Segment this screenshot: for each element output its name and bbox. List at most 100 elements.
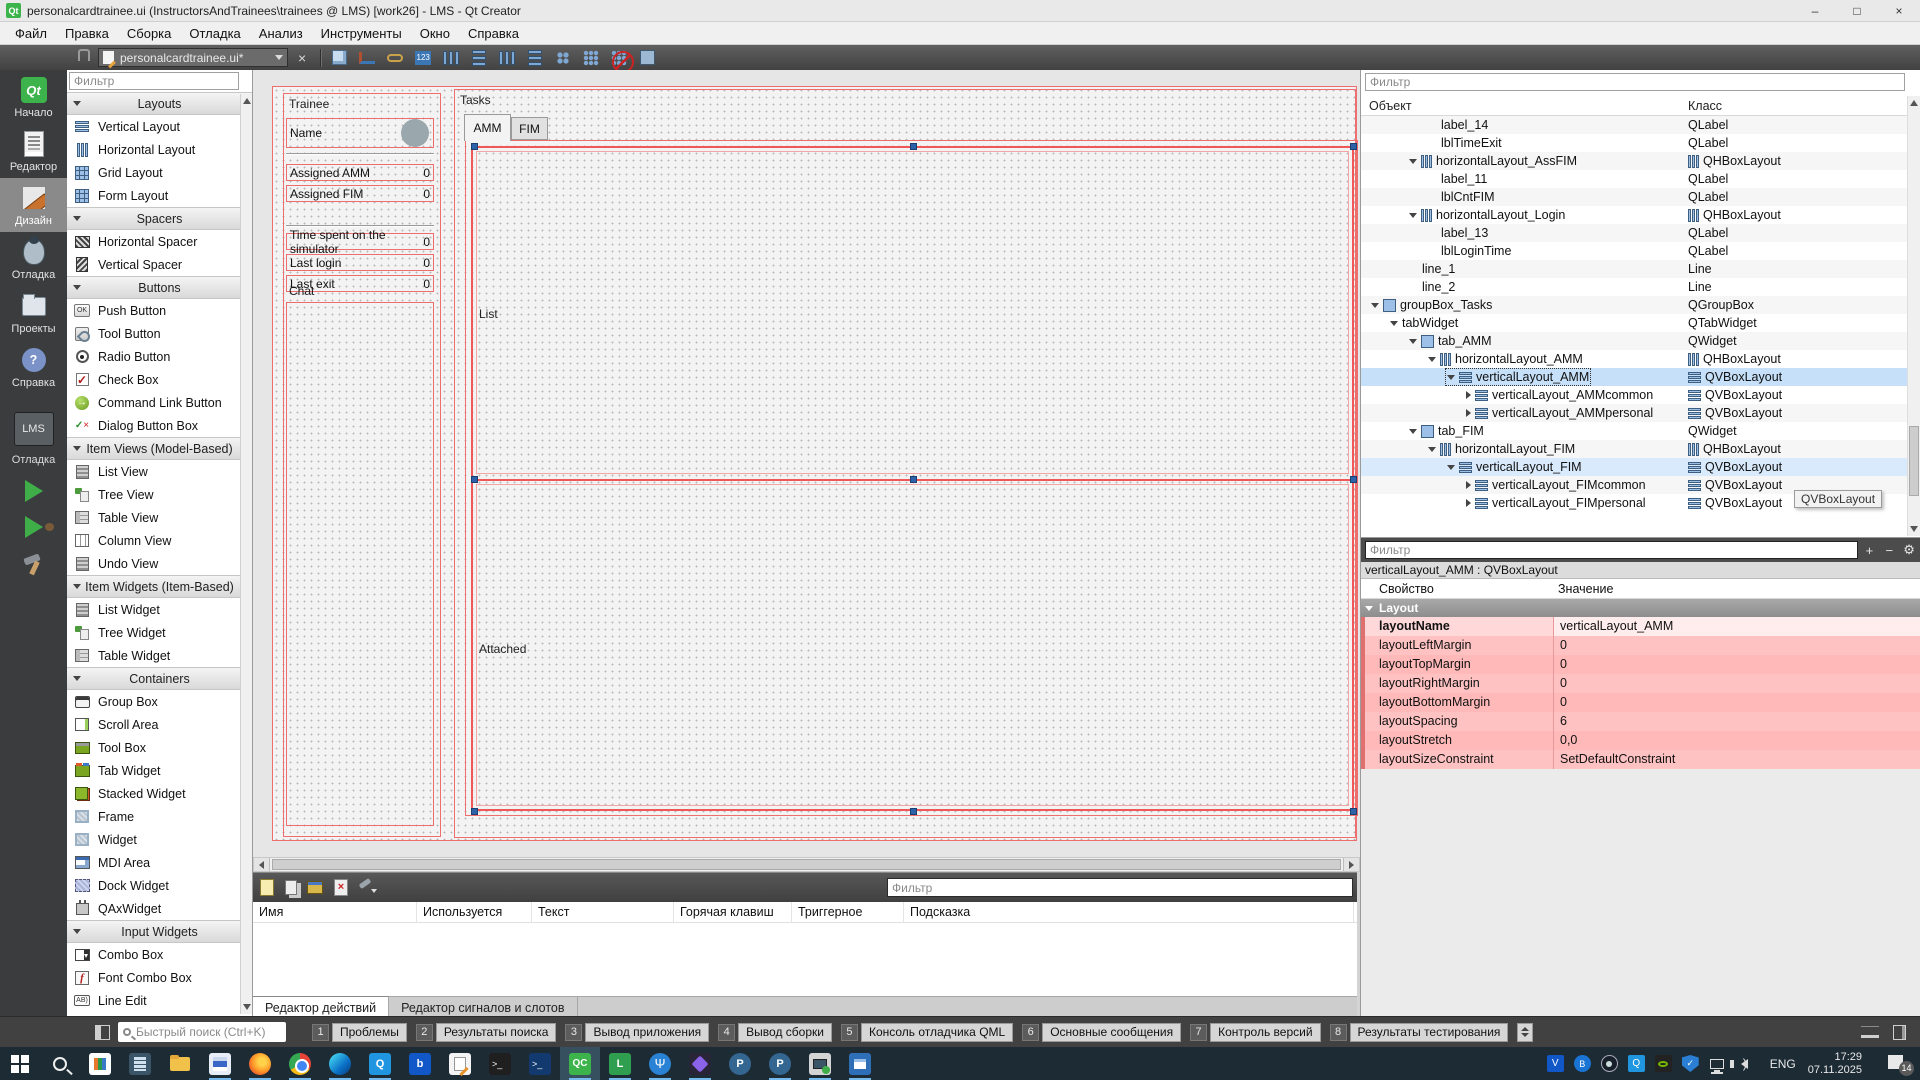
inspector-row-lblLoginTime[interactable]: lblLoginTimeQLabel bbox=[1361, 242, 1907, 260]
property-value[interactable]: SetDefaultConstraint bbox=[1554, 750, 1920, 769]
lms-app-icon[interactable]: L bbox=[600, 1047, 640, 1080]
edit-tab-order-icon[interactable]: 123 bbox=[411, 47, 435, 69]
close-document-icon[interactable]: × bbox=[298, 50, 306, 66]
obsidian-icon[interactable] bbox=[680, 1047, 720, 1080]
firefox-icon[interactable] bbox=[240, 1047, 280, 1080]
delete-action-icon[interactable]: × bbox=[334, 879, 348, 896]
output-pane-5[interactable]: 5Консоль отладчика QML bbox=[841, 1023, 1013, 1042]
layout-grid-icon[interactable] bbox=[579, 47, 603, 69]
output-pane-7[interactable]: 7Контроль версий bbox=[1190, 1023, 1320, 1042]
action-table-body[interactable] bbox=[253, 923, 1357, 996]
selection-handle[interactable] bbox=[910, 476, 917, 483]
widget-item-vertical-spacer[interactable]: Vertical Spacer bbox=[67, 253, 252, 276]
edit-signals-slots-icon[interactable] bbox=[355, 47, 379, 69]
output-pane-3[interactable]: 3Вывод приложения bbox=[565, 1023, 709, 1042]
edit-widgets-icon[interactable] bbox=[327, 47, 351, 69]
qt-creator-icon[interactable]: QC bbox=[560, 1047, 600, 1080]
file-explorer-icon[interactable] bbox=[160, 1047, 200, 1080]
output-pane-6[interactable]: 6Основные сообщения bbox=[1022, 1023, 1181, 1042]
adjust-size-icon[interactable] bbox=[635, 47, 659, 69]
tab-редактор-сигналов-и-слотов[interactable]: Редактор сигналов и слотов bbox=[389, 997, 577, 1017]
inspector-row-groupBox_Tasks[interactable]: groupBox_TasksQGroupBox bbox=[1361, 296, 1907, 314]
property-filter-input[interactable]: Фильтр bbox=[1365, 541, 1858, 559]
selection-handle[interactable] bbox=[471, 808, 478, 815]
property-value[interactable]: 0,0 bbox=[1554, 731, 1920, 750]
widget-item-tool-button[interactable]: Tool Button bbox=[67, 322, 252, 345]
widget-item-stacked-widget[interactable]: Stacked Widget bbox=[67, 782, 252, 805]
vertical-layout-amm-personal[interactable] bbox=[476, 484, 1349, 806]
inspector-row-label_14[interactable]: label_14QLabel bbox=[1361, 116, 1907, 134]
inspector-row-label_11[interactable]: label_11QLabel bbox=[1361, 170, 1907, 188]
widget-item-tree-view[interactable]: Tree View bbox=[67, 483, 252, 506]
chevron-right-icon[interactable] bbox=[1466, 499, 1471, 507]
inspector-row-verticalLayout_AMMpersonal[interactable]: verticalLayout_AMMpersonalQVBoxLayout bbox=[1361, 404, 1907, 422]
clock[interactable]: 17:29 07.11.2025 bbox=[1808, 1051, 1862, 1077]
layout-vertical-splitter-icon[interactable] bbox=[523, 47, 547, 69]
selection-handle[interactable] bbox=[1350, 143, 1357, 150]
widget-item-form-layout[interactable]: Form Layout bbox=[67, 184, 252, 207]
tray-q-app-icon[interactable]: Q bbox=[1623, 1047, 1650, 1080]
inspector-row-horizontalLayout_Login[interactable]: horizontalLayout_LoginQHBoxLayout bbox=[1361, 206, 1907, 224]
scroll-down-icon[interactable] bbox=[243, 1004, 251, 1010]
property-row-layoutName[interactable]: layoutNameverticalLayout_AMM bbox=[1361, 617, 1920, 636]
selection-handle[interactable] bbox=[910, 143, 917, 150]
search-button[interactable] bbox=[40, 1047, 80, 1080]
chrome-icon[interactable] bbox=[280, 1047, 320, 1080]
configure-actions-icon[interactable] bbox=[357, 878, 377, 898]
mail-app-icon[interactable]: b bbox=[400, 1047, 440, 1080]
stat-row-assigned-amm[interactable]: Assigned AMM0 bbox=[286, 164, 434, 181]
property-row-layoutLeftMargin[interactable]: layoutLeftMargin0 bbox=[1361, 636, 1920, 655]
postgresql-icon-2[interactable]: P bbox=[760, 1047, 800, 1080]
paste-action-icon[interactable] bbox=[307, 881, 323, 894]
widget-item-mdi-area[interactable]: MDI Area bbox=[67, 851, 252, 874]
cmd-icon[interactable]: >_ bbox=[480, 1047, 520, 1080]
action-column-5[interactable]: Триггерное bbox=[792, 902, 904, 922]
widget-item-table-widget[interactable]: Table Widget bbox=[67, 644, 252, 667]
debug-run-button[interactable] bbox=[25, 516, 43, 538]
run-button[interactable] bbox=[25, 480, 43, 502]
property-row-layoutStretch[interactable]: layoutStretch0,0 bbox=[1361, 731, 1920, 750]
widget-item-command-link-button[interactable]: →Command Link Button bbox=[67, 391, 252, 414]
chevron-down-icon[interactable] bbox=[1409, 429, 1417, 434]
remote-desktop-icon[interactable] bbox=[800, 1047, 840, 1080]
scroll-left-button[interactable] bbox=[254, 858, 270, 871]
layout-horizontal-icon[interactable] bbox=[439, 47, 463, 69]
action-column-6[interactable]: Подсказка bbox=[904, 902, 1354, 922]
action-column-3[interactable]: Текст bbox=[532, 902, 674, 922]
notification-center-button[interactable]: 14 bbox=[1888, 1055, 1910, 1073]
widget-section-buttons[interactable]: Buttons bbox=[67, 276, 252, 299]
toggle-left-sidebar-icon[interactable] bbox=[95, 1025, 110, 1040]
action-filter-input[interactable]: Фильтр bbox=[887, 878, 1353, 897]
tab-amm[interactable]: AMM bbox=[464, 114, 511, 141]
stat-row-last-login[interactable]: Last login0 bbox=[286, 254, 434, 271]
office-app-icon[interactable] bbox=[80, 1047, 120, 1080]
menu-item-сборка[interactable]: Сборка bbox=[118, 23, 181, 44]
menu-item-файл[interactable]: Файл bbox=[6, 23, 56, 44]
menu-item-отладка[interactable]: Отладка bbox=[180, 23, 249, 44]
widget-item-grid-layout[interactable]: Grid Layout bbox=[67, 161, 252, 184]
widget-section-spacers[interactable]: Spacers bbox=[67, 207, 252, 230]
property-value[interactable]: 0 bbox=[1554, 693, 1920, 712]
security-shield-icon[interactable]: ✓ bbox=[1677, 1047, 1704, 1080]
fork-app-icon[interactable]: Ψ bbox=[640, 1047, 680, 1080]
scroll-down-icon[interactable] bbox=[1910, 526, 1918, 532]
scroll-up-icon[interactable] bbox=[243, 98, 251, 104]
widget-item-column-view[interactable]: Column View bbox=[67, 529, 252, 552]
widget-item-widget[interactable]: Widget bbox=[67, 828, 252, 851]
list-label[interactable]: List bbox=[479, 307, 498, 321]
powershell-icon[interactable]: >_ bbox=[520, 1047, 560, 1080]
stat-row-time-spent-on-the-simulator[interactable]: Time spent on the simulator0 bbox=[286, 233, 434, 250]
chat-list-widget[interactable] bbox=[286, 302, 434, 826]
action-column-1[interactable]: Имя bbox=[253, 902, 417, 922]
widget-item-vertical-layout[interactable]: Vertical Layout bbox=[67, 115, 252, 138]
start-button[interactable] bbox=[0, 1047, 40, 1080]
inspector-row-tabWidget[interactable]: tabWidgetQTabWidget bbox=[1361, 314, 1907, 332]
inspector-row-horizontalLayout_AMM[interactable]: horizontalLayout_AMMQHBoxLayout bbox=[1361, 350, 1907, 368]
inspector-row-tab_AMM[interactable]: tab_AMMQWidget bbox=[1361, 332, 1907, 350]
widget-section-item-views-model-based-[interactable]: Item Views (Model-Based) bbox=[67, 437, 252, 460]
inspector-row-verticalLayout_AMMcommon[interactable]: verticalLayout_AMMcommonQVBoxLayout bbox=[1361, 386, 1907, 404]
steam-icon[interactable] bbox=[1596, 1047, 1623, 1080]
layout-form-icon[interactable] bbox=[551, 47, 575, 69]
output-pane-spinner[interactable] bbox=[1517, 1023, 1533, 1042]
widget-item-tree-widget[interactable]: Tree Widget bbox=[67, 621, 252, 644]
